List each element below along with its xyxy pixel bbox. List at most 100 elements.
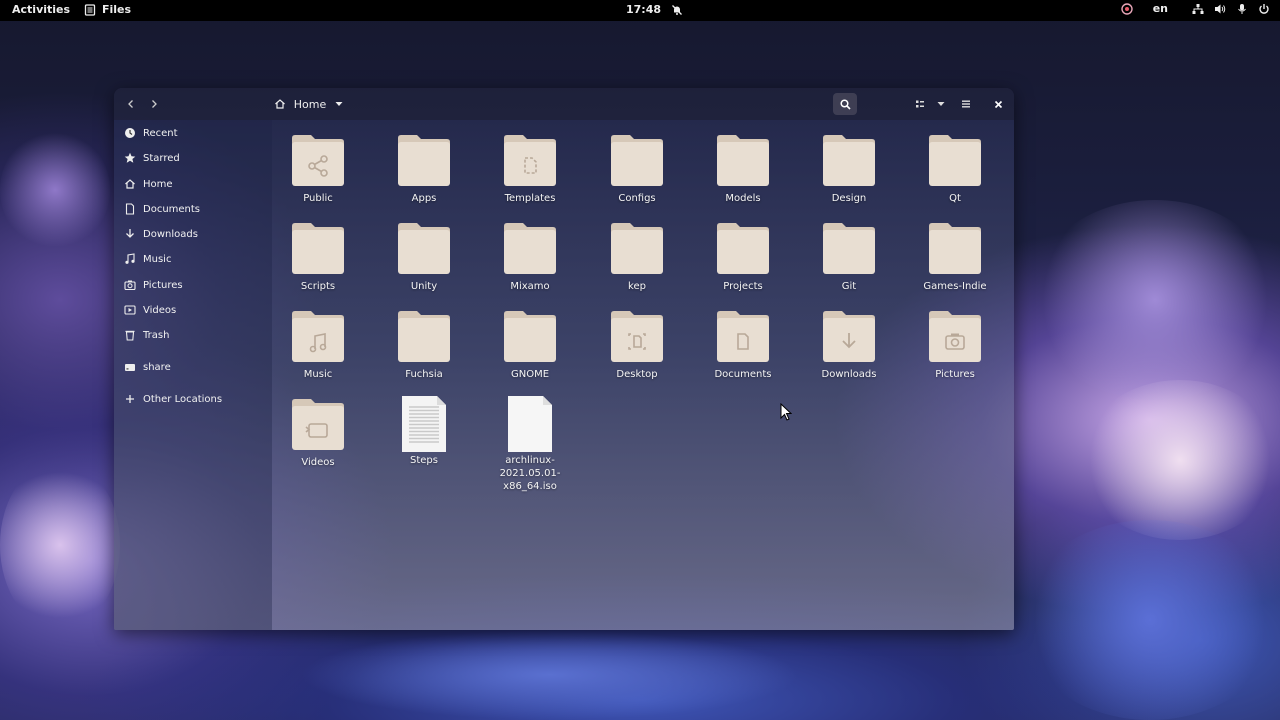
sidebar-item-music[interactable]: Music xyxy=(114,248,272,270)
file-name-label: Pictures xyxy=(935,369,975,380)
file-name-label: Design xyxy=(831,193,867,204)
microphone-icon xyxy=(1238,3,1246,14)
folder-music[interactable]: Music xyxy=(268,309,368,381)
folder-documents[interactable]: Documents xyxy=(693,309,793,381)
folder-icon xyxy=(397,133,451,187)
sidebar-item-label: Documents xyxy=(143,203,201,215)
clock-icon xyxy=(123,127,136,140)
trash-icon xyxy=(123,329,136,342)
clock-button[interactable]: 17:48 xyxy=(626,3,683,16)
folder-icon xyxy=(822,309,876,363)
folder-icon xyxy=(610,309,664,363)
folder-kep[interactable]: kep xyxy=(587,221,687,293)
close-window-button[interactable] xyxy=(988,93,1008,115)
disk-image-file-icon xyxy=(503,395,557,453)
sidebar-item-documents[interactable]: Documents xyxy=(114,198,272,220)
folder-scripts[interactable]: Scripts xyxy=(268,221,368,293)
folder-icon xyxy=(716,133,770,187)
file-name-label: Projects xyxy=(723,281,763,292)
system-tray[interactable]: en xyxy=(1121,2,1270,15)
sidebar-item-pictures[interactable]: Pictures xyxy=(114,274,272,296)
sidebar-item-label: Recent xyxy=(143,127,178,139)
file-name-label: Downloads xyxy=(821,369,877,380)
home-icon xyxy=(123,178,136,191)
app-name: Files xyxy=(102,3,132,16)
keyboard-language[interactable]: en xyxy=(1153,2,1168,15)
sidebar-item-home[interactable]: Home xyxy=(114,173,272,195)
search-icon xyxy=(839,98,851,110)
folder-icon xyxy=(928,221,982,275)
chevron-left-icon xyxy=(128,100,133,108)
folder-videos[interactable]: Videos xyxy=(268,397,368,469)
folder-icon xyxy=(503,133,557,187)
file-name-label: Music xyxy=(303,369,333,380)
folder-configs[interactable]: Configs xyxy=(587,133,687,205)
top-bar: Activities Files 17:48 en xyxy=(0,0,1280,21)
folder-icon xyxy=(291,309,345,363)
close-icon xyxy=(994,100,1002,108)
folder-projects[interactable]: Projects xyxy=(693,221,793,293)
color-picker-icon[interactable] xyxy=(1121,2,1133,15)
folder-unity[interactable]: Unity xyxy=(374,221,474,293)
folder-templates[interactable]: Templates xyxy=(480,133,580,205)
folder-models[interactable]: Models xyxy=(693,133,793,205)
chevron-down-icon xyxy=(937,102,945,106)
home-icon xyxy=(274,99,285,109)
back-button[interactable] xyxy=(120,93,142,115)
folder-pictures[interactable]: Pictures xyxy=(905,309,1005,381)
folder-games-indie[interactable]: Games-Indie xyxy=(905,221,1005,293)
folder-public[interactable]: Public xyxy=(268,133,368,205)
file-name-label: Apps xyxy=(411,193,437,204)
files-window: Home Recent Starred Home Documents Downloads… xyxy=(114,88,1014,630)
chevron-right-icon xyxy=(152,100,157,108)
folder-downloads[interactable]: Downloads xyxy=(799,309,899,381)
sidebar-item-recent[interactable]: Recent xyxy=(114,122,272,144)
folder-icon xyxy=(291,397,345,451)
sidebar-item-videos[interactable]: Videos xyxy=(114,299,272,321)
view-toggle-button[interactable] xyxy=(910,93,930,115)
folder-qt[interactable]: Qt xyxy=(905,133,1005,205)
folder-desktop[interactable]: Desktop xyxy=(587,309,687,381)
folder-icon xyxy=(928,309,982,363)
sidebar-item-other-locations[interactable]: Other Locations xyxy=(114,388,272,410)
path-bar-home[interactable]: Home xyxy=(270,93,348,115)
folder-icon xyxy=(716,309,770,363)
power-icon xyxy=(1259,3,1269,14)
video-icon xyxy=(123,304,136,317)
folder-fuchsia[interactable]: Fuchsia xyxy=(374,309,474,381)
sidebar-item-starred[interactable]: Starred xyxy=(114,147,272,169)
file-archlinux-2021-05-01-x86-64-iso[interactable]: archlinux-2021.05.01-x86_64.iso xyxy=(480,395,580,493)
file-name-label: Configs xyxy=(618,193,656,204)
forward-button[interactable] xyxy=(143,93,165,115)
file-name-label: GNOME xyxy=(510,369,550,380)
folder-git[interactable]: Git xyxy=(799,221,899,293)
file-name-label: kep xyxy=(628,281,646,292)
folder-gnome[interactable]: GNOME xyxy=(480,309,580,381)
files-app-icon xyxy=(84,3,96,16)
plus-icon xyxy=(123,393,136,406)
file-name-label: Fuchsia xyxy=(405,369,443,380)
app-menu[interactable]: Files xyxy=(84,3,131,16)
search-button[interactable] xyxy=(833,93,857,115)
notifications-muted-icon xyxy=(672,4,682,15)
sidebar-item-label: Downloads xyxy=(143,228,198,240)
folder-icon xyxy=(291,133,345,187)
activities-button[interactable]: Activities xyxy=(12,3,70,16)
folder-design[interactable]: Design xyxy=(799,133,899,205)
sidebar-item-downloads[interactable]: Downloads xyxy=(114,223,272,245)
folder-mixamo[interactable]: Mixamo xyxy=(480,221,580,293)
file-name-label: Templates xyxy=(504,193,556,204)
file-steps[interactable]: Steps xyxy=(374,395,474,467)
sidebar-item-share[interactable]: share xyxy=(114,356,272,378)
mouse-cursor xyxy=(780,403,792,421)
main-menu-button[interactable] xyxy=(956,93,976,115)
view-options-button[interactable] xyxy=(932,93,950,115)
music-icon xyxy=(123,253,136,266)
header-bar: Home xyxy=(114,88,1014,120)
clock-time: 17:48 xyxy=(626,3,662,16)
folder-apps[interactable]: Apps xyxy=(374,133,474,205)
sidebar-item-trash[interactable]: Trash xyxy=(114,324,272,346)
folder-icon xyxy=(610,221,664,275)
folder-icon xyxy=(291,221,345,275)
folder-icon xyxy=(503,221,557,275)
